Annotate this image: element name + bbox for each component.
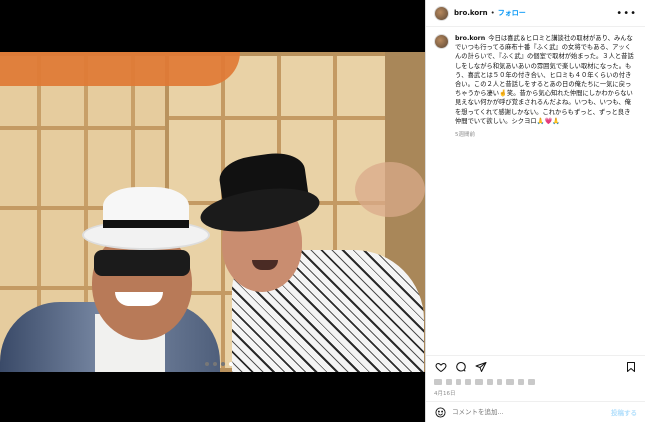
header-username[interactable]: bro.korn <box>454 9 488 17</box>
likes-placeholder <box>465 379 471 385</box>
carousel-indicator <box>205 362 233 366</box>
post-date: 4月16日 <box>434 391 456 397</box>
comment-icon[interactable] <box>454 360 467 373</box>
person-left-glasses <box>94 250 190 276</box>
caption-username[interactable]: bro.korn <box>455 35 485 42</box>
comment-bar: 投稿する <box>426 401 645 422</box>
caption-body: 今日は喜武＆ヒロミと講談社の取材があり、みんなでいつも行ってる麻布十番『ふく武』… <box>455 35 634 125</box>
action-bar <box>426 355 645 377</box>
likes-placeholder <box>475 379 483 385</box>
likes-placeholder <box>446 379 452 385</box>
avatar[interactable] <box>434 5 449 21</box>
likes-placeholder <box>434 379 442 385</box>
likes-placeholder <box>456 379 461 385</box>
carousel-dot[interactable] <box>205 362 209 366</box>
carousel-dot-active[interactable] <box>229 362 233 366</box>
post-modal: bro.korn • フォロー ••• bro.korn 今日は喜武＆ヒロミと講談… <box>0 0 645 422</box>
likes-row[interactable] <box>434 379 535 385</box>
carousel-dot[interactable] <box>213 362 217 366</box>
caption: bro.korn 今日は喜武＆ヒロミと講談社の取材があり、みんなでいつも行ってる麻… <box>426 27 645 126</box>
likes-placeholder <box>487 379 493 385</box>
emoji-icon[interactable] <box>434 406 446 418</box>
post-photo[interactable] <box>0 52 425 372</box>
likes-placeholder <box>506 379 514 385</box>
comment-input[interactable] <box>452 408 582 416</box>
post-media-area <box>0 0 425 422</box>
likes-placeholder <box>528 379 535 385</box>
post-sidebar: bro.korn • フォロー ••• bro.korn 今日は喜武＆ヒロミと講談… <box>425 0 645 422</box>
bookmark-icon[interactable] <box>624 360 637 373</box>
post-header: bro.korn • フォロー ••• <box>426 0 645 27</box>
follow-button[interactable]: フォロー <box>498 8 526 18</box>
person-left-smile <box>115 292 163 306</box>
likes-placeholder <box>497 379 502 385</box>
person-left-hat-band <box>103 220 189 228</box>
post-comment-button[interactable]: 投稿する <box>611 407 637 417</box>
share-icon[interactable] <box>474 360 487 373</box>
blurred-foreground-object <box>0 52 240 86</box>
header-separator: • <box>490 9 495 17</box>
caption-avatar[interactable] <box>434 34 449 49</box>
carousel-dot[interactable] <box>221 362 225 366</box>
more-options-icon[interactable]: ••• <box>616 8 637 19</box>
caption-time-ago: 5週間前 <box>455 132 475 139</box>
caption-text: bro.korn 今日は喜武＆ヒロミと講談社の取材があり、みんなでいつも行ってる麻… <box>455 34 635 126</box>
heart-icon[interactable] <box>434 360 447 373</box>
likes-placeholder <box>518 379 524 385</box>
blurred-hand <box>355 162 425 217</box>
